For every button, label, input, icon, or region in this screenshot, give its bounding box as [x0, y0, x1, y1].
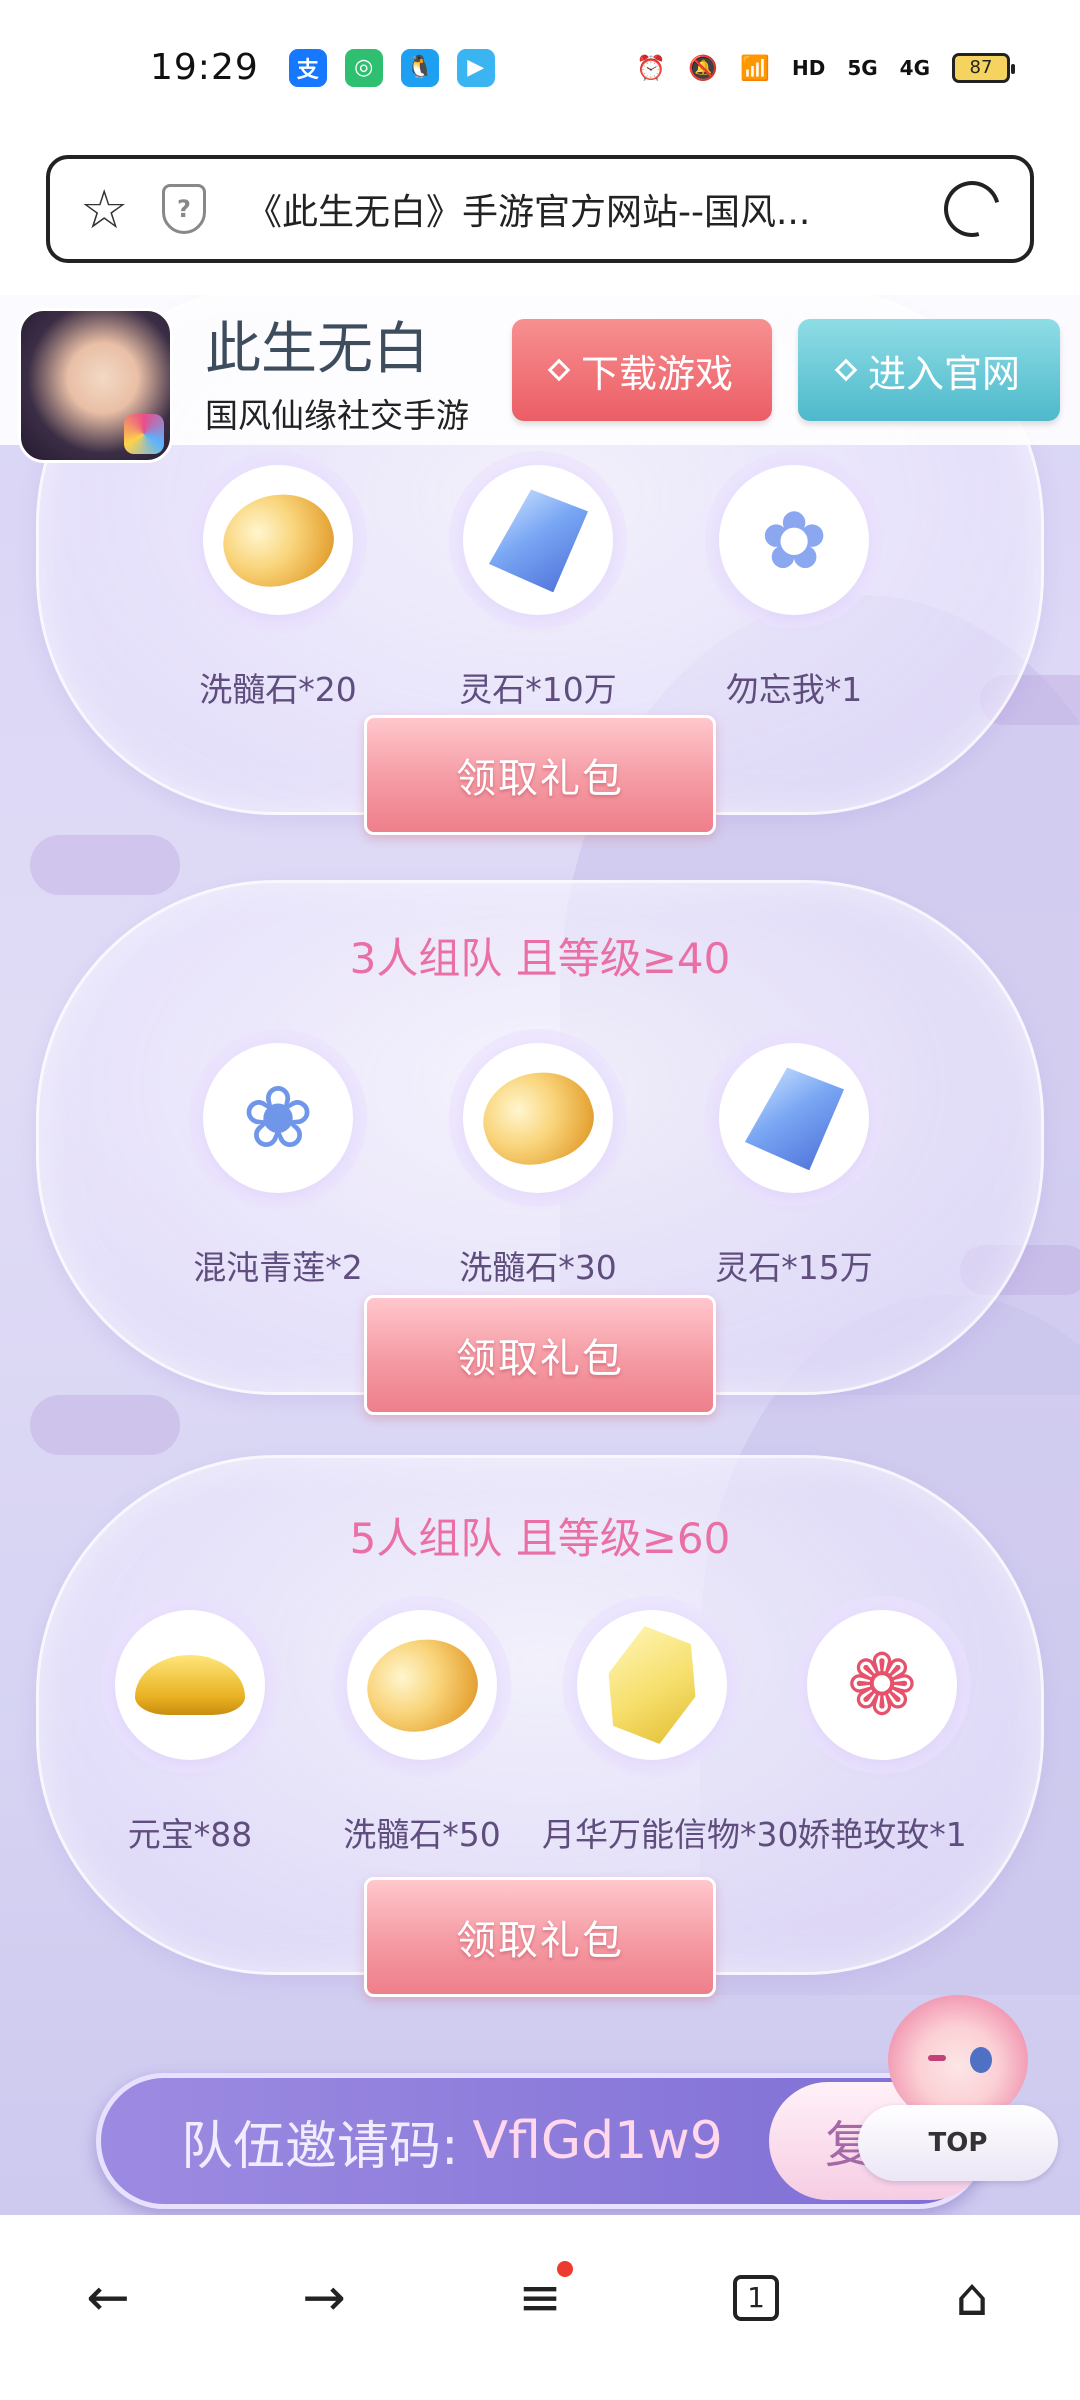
alipay-icon: 支 — [288, 48, 327, 87]
marrow-stone-icon — [355, 1625, 489, 1745]
reward-label: 灵石*10万 — [459, 670, 617, 709]
reward-icon-circle — [203, 465, 353, 615]
reload-icon[interactable] — [933, 170, 1011, 248]
reward-label: 月华万能信物*30 — [542, 1815, 799, 1854]
reward-icon-circle — [463, 465, 613, 615]
bookmark-star-icon[interactable]: ☆ — [80, 178, 140, 241]
reward-icon-circle — [347, 1610, 497, 1760]
moon-token-icon — [594, 1620, 709, 1750]
invite-code-bar: 队伍邀请码: VflGd1w9 复 — [96, 2073, 989, 2209]
official-site-button[interactable]: 进入官网 — [798, 319, 1060, 421]
claim-gift-button[interactable]: 领取礼包 — [364, 1295, 716, 1415]
back-arrow-icon[interactable]: ← — [63, 2253, 153, 2343]
tab-count: 1 — [733, 2274, 779, 2321]
reward-item: 月华万能信物*30 — [542, 1610, 799, 1856]
reward-label: 洗髓石*50 — [343, 1815, 501, 1854]
reward-label: 元宝*88 — [127, 1815, 253, 1854]
wifi-icon: 📶 — [740, 53, 770, 82]
menu-icon[interactable]: ≡ — [495, 2253, 585, 2343]
reward-item: ❁ 娇艳玫玫*1 — [772, 1610, 992, 1856]
signal-5g-icon: 5G — [847, 55, 878, 80]
home-icon[interactable]: ⌂ — [927, 2253, 1017, 2343]
spirit-stone-icon — [486, 484, 590, 596]
alarm-icon: ⏰ — [636, 53, 667, 82]
cloud-decoration — [30, 1395, 180, 1455]
spirit-stone-icon — [742, 1062, 846, 1174]
battery-icon: 87 — [952, 52, 1015, 83]
reward-item: 洗髓石*30 — [428, 1043, 648, 1289]
mascot-eye — [970, 2047, 992, 2073]
reward-item: 洗髓石*20 — [168, 465, 388, 711]
reward-label: 洗髓石*30 — [459, 1248, 617, 1287]
reward-item: 元宝*88 — [80, 1610, 300, 1856]
reward-item: 灵石*10万 — [428, 465, 648, 711]
game-header: 此生无白 国风仙缘社交手游 下载游戏 进入官网 — [0, 295, 1080, 463]
rose-icon: ❁ — [846, 1636, 918, 1734]
chaos-lotus-icon: ❀ — [241, 1068, 315, 1168]
marrow-stone-icon — [471, 1058, 605, 1178]
game-titles: 此生无白 国风仙缘社交手游 — [205, 304, 469, 437]
back-to-top-button[interactable]: TOP — [858, 1975, 1058, 2185]
reward-item: 洗髓石*50 — [312, 1610, 532, 1856]
status-app-icons: 支 ◎ 🐧 ▶ — [288, 48, 495, 87]
cloud-decoration — [30, 835, 180, 895]
hd-icon: HD — [791, 55, 826, 80]
tabs-button[interactable]: 1 — [711, 2253, 801, 2343]
status-time: 19:29 — [150, 47, 259, 88]
page-title[interactable]: 《此生无白》手游官方网站--国风... — [246, 183, 886, 235]
browser-toolbar: ☆ ? 《此生无白》手游官方网站--国风... — [0, 135, 1080, 295]
gold-ingot-icon — [135, 1655, 245, 1715]
app-green-icon: ◎ — [344, 48, 383, 87]
reward-label: 勿忘我*1 — [725, 670, 863, 709]
reward-item: 灵石*15万 — [684, 1043, 904, 1289]
address-bar[interactable]: ☆ ? 《此生无白》手游官方网站--国风... — [46, 155, 1034, 263]
forward-arrow-icon[interactable]: → — [279, 2253, 369, 2343]
claim-gift-button[interactable]: 领取礼包 — [364, 715, 716, 835]
top-label: TOP — [858, 2105, 1058, 2181]
reward-label: 娇艳玫玫*1 — [797, 1815, 967, 1854]
reward-item: ❀ 混沌青莲*2 — [168, 1043, 388, 1289]
reward-icon-circle — [115, 1610, 265, 1760]
reward-icon-circle: ❁ — [807, 1610, 957, 1760]
panel-title: 3人组队 且等级≥40 — [349, 934, 731, 983]
game-subtitle: 国风仙缘社交手游 — [205, 395, 469, 435]
status-bar: 19:29 支 ◎ 🐧 ▶ ⏰ 🔕 📶 HD 5G 4G 87 — [0, 0, 1080, 135]
game-name: 此生无白 — [205, 316, 429, 382]
web-page: 此生无白 国风仙缘社交手游 下载游戏 进入官网 洗髓石*20 灵石*10万 ✿ … — [0, 295, 1080, 2215]
download-game-label: 下载游戏 — [580, 351, 733, 396]
reward-icon-circle — [463, 1043, 613, 1193]
browser-bottom-nav: ← → ≡ 1 ⌂ — [0, 2215, 1080, 2400]
claim-gift-button[interactable]: 领取礼包 — [364, 1877, 716, 1997]
panel-title: 5人组队 且等级≥60 — [349, 1514, 731, 1563]
official-site-label: 进入官网 — [867, 351, 1020, 396]
forget-me-not-icon: ✿ — [760, 493, 828, 587]
reward-label: 混沌青莲*2 — [193, 1248, 363, 1287]
reward-item: ✿ 勿忘我*1 — [684, 465, 904, 711]
diamond-icon — [547, 358, 571, 382]
marrow-stone-icon — [211, 480, 345, 600]
game-logo[interactable] — [18, 307, 173, 463]
status-indicators: ⏰ 🔕 📶 HD 5G 4G 87 — [636, 52, 1015, 83]
invite-code[interactable]: VflGd1w9 — [473, 2111, 723, 2171]
download-game-button[interactable]: 下载游戏 — [512, 319, 772, 421]
notification-dot — [557, 2260, 573, 2277]
video-play-icon: ▶ — [456, 48, 495, 87]
security-shield-icon[interactable]: ? — [162, 184, 206, 234]
reward-label: 灵石*15万 — [715, 1248, 873, 1287]
diamond-icon — [834, 358, 858, 382]
reward-icon-circle — [719, 1043, 869, 1193]
reward-icon-circle — [577, 1610, 727, 1760]
mute-icon: 🔕 — [688, 53, 719, 82]
qq-icon: 🐧 — [400, 48, 439, 87]
invite-label: 队伍邀请码: — [181, 2116, 459, 2177]
mascot-eye — [928, 2055, 946, 2061]
signal-4g-icon: 4G — [899, 55, 930, 80]
reward-icon-circle: ❀ — [203, 1043, 353, 1193]
reward-label: 洗髓石*20 — [199, 670, 357, 709]
reward-icon-circle: ✿ — [719, 465, 869, 615]
